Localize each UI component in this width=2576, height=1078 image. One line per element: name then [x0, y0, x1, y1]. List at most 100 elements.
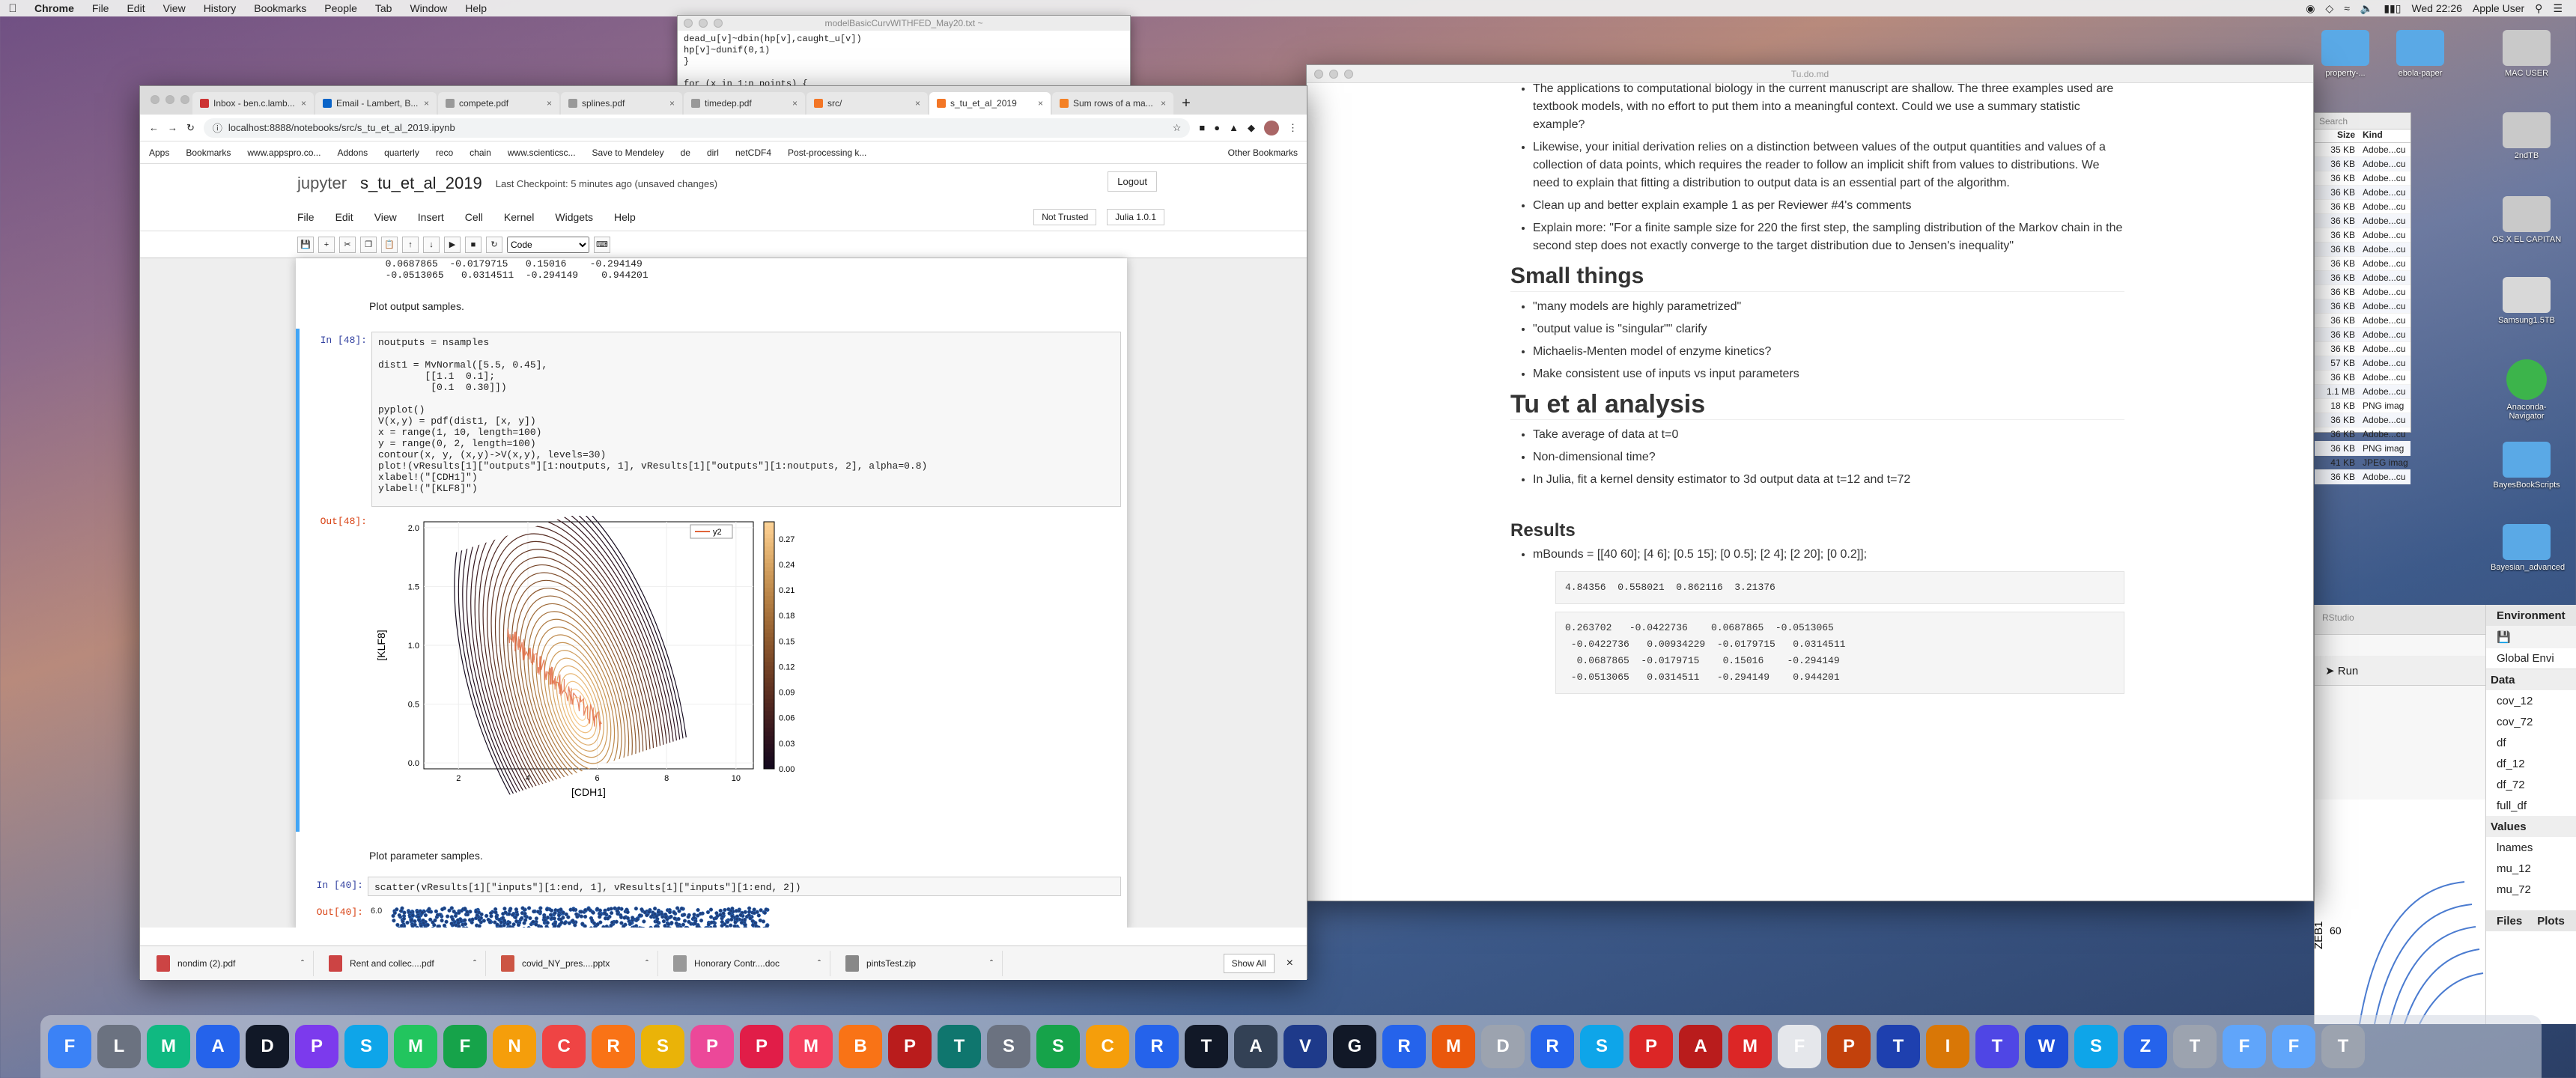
jmenu-cell[interactable]: Cell: [465, 211, 483, 223]
dock-icon-folder[interactable]: F: [2223, 1025, 2266, 1068]
finder-row[interactable]: 36 KB Adobe...cu: [2315, 186, 2411, 200]
dock-icon-notes[interactable]: N: [493, 1025, 536, 1068]
dock-icon-photos[interactable]: P: [740, 1025, 783, 1068]
download-item[interactable]: nondim (2).pdf ˆ: [148, 950, 314, 976]
finder-row[interactable]: 36 KB Adobe...cu: [2315, 328, 2411, 342]
menu-app-name[interactable]: Chrome: [25, 2, 83, 14]
desktop-icon-folder[interactable]: BayesBookScripts: [2491, 442, 2563, 490]
other-bookmarks[interactable]: Other Bookmarks: [1228, 147, 1298, 158]
dock-icon-photo-booth[interactable]: P: [888, 1025, 932, 1068]
battery-icon[interactable]: ▮▮▯: [2384, 2, 2401, 15]
bookmark-item[interactable]: www.scienticsc...: [508, 147, 576, 158]
extension-icon[interactable]: ◆: [1248, 122, 1255, 134]
dock-icon-time-machine[interactable]: T: [938, 1025, 981, 1068]
code-editor[interactable]: noutputs = nsamples dist1 = MvNormal([5.…: [371, 332, 1121, 507]
reload-icon[interactable]: ↻: [186, 122, 195, 134]
dock-icon-facetime[interactable]: F: [443, 1025, 487, 1068]
env-item[interactable]: df: [2486, 732, 2576, 753]
bookmark-item[interactable]: Addons: [337, 147, 368, 158]
finder-row[interactable]: 36 KB Adobe...cu: [2315, 200, 2411, 214]
close-tab-icon[interactable]: ×: [915, 98, 920, 109]
wifi-icon[interactable]: ≈: [2344, 2, 2350, 14]
finder-row[interactable]: 36 KB Adobe...cu: [2315, 285, 2411, 299]
chevron-up-icon[interactable]: ˆ: [990, 958, 993, 969]
markdown-cell[interactable]: Plot parameter samples.: [369, 850, 483, 862]
bookmark-item[interactable]: reco: [436, 147, 453, 158]
jmenu-help[interactable]: Help: [614, 211, 636, 223]
save-icon[interactable]: 💾: [2497, 630, 2511, 644]
dock-icon-terminal[interactable]: T: [1185, 1025, 1228, 1068]
run-button[interactable]: ➤ Run: [2325, 664, 2358, 677]
chevron-up-icon[interactable]: ˆ: [645, 958, 648, 969]
dock-icon-safari[interactable]: S: [344, 1025, 388, 1068]
finder-row[interactable]: 36 KB Adobe...cu: [2315, 171, 2411, 186]
jmenu-edit[interactable]: Edit: [335, 211, 353, 223]
dropbox-icon[interactable]: ◇: [2325, 2, 2333, 15]
dock-icon-finder[interactable]: F: [48, 1025, 91, 1068]
dock-icon-matlab[interactable]: M: [1432, 1025, 1475, 1068]
info-icon[interactable]: ⓘ: [213, 121, 222, 135]
close-button[interactable]: [151, 95, 160, 104]
dock-icon-reminders[interactable]: R: [592, 1025, 635, 1068]
finder-row[interactable]: 35 KB Adobe...cu: [2315, 143, 2411, 157]
env-item[interactable]: lnames: [2486, 837, 2576, 858]
clock[interactable]: Wed 22:26: [2411, 2, 2461, 14]
bookmark-item[interactable]: www.appspro.co...: [247, 147, 321, 158]
env-item[interactable]: cov_72: [2486, 711, 2576, 732]
desktop-icon-drive[interactable]: 2ndTB: [2491, 112, 2563, 160]
run-icon[interactable]: ▶: [444, 236, 461, 253]
zoom-button[interactable]: [180, 95, 189, 104]
dock-icon-vs[interactable]: V: [1284, 1025, 1327, 1068]
env-item[interactable]: df_72: [2486, 774, 2576, 795]
finder-search[interactable]: Search: [2315, 113, 2411, 130]
finder-col-size[interactable]: Size: [2319, 130, 2355, 142]
browser-tab[interactable]: src/ ×: [806, 92, 928, 115]
env-item[interactable]: mu_12: [2486, 858, 2576, 879]
bookmark-star-icon[interactable]: ☆: [1173, 122, 1182, 134]
menu-people[interactable]: People: [315, 2, 366, 14]
browser-tab[interactable]: Sum rows of a ma... ×: [1052, 92, 1173, 115]
dock-icon-powerpoint[interactable]: P: [1827, 1025, 1871, 1068]
dock-icon-tex[interactable]: T: [1877, 1025, 1920, 1068]
finder-row[interactable]: 18 KB PNG imag: [2315, 399, 2411, 413]
browser-tab[interactable]: splines.pdf ×: [561, 92, 682, 115]
close-tab-icon[interactable]: ×: [1038, 98, 1043, 109]
env-item[interactable]: mu_72: [2486, 879, 2576, 900]
editor-code[interactable]: dead_u[v]~dbin(hp[v],caught_u[v]) hp[v]~…: [678, 31, 1130, 93]
finder-row[interactable]: 57 KB Adobe...cu: [2315, 356, 2411, 371]
finder-row[interactable]: 1.1 MB Adobe...cu: [2315, 385, 2411, 399]
apple-menu-icon[interactable]: : [0, 2, 25, 15]
download-item[interactable]: covid_NY_pres....pptx ˆ: [492, 950, 658, 976]
dock-icon-mathematica[interactable]: M: [1728, 1025, 1772, 1068]
dock-icon-pdf[interactable]: P: [1629, 1025, 1673, 1068]
dock-icon-dashboard[interactable]: D: [246, 1025, 289, 1068]
finder-row[interactable]: 36 KB Adobe...cu: [2315, 214, 2411, 228]
env-item[interactable]: cov_12: [2486, 690, 2576, 711]
finder-row[interactable]: 36 KB Adobe...cu: [2315, 427, 2411, 442]
user-name[interactable]: Apple User: [2473, 2, 2524, 14]
browser-tab[interactable]: Inbox - ben.c.lamb... ×: [192, 92, 314, 115]
copy-icon[interactable]: ❐: [360, 236, 377, 253]
download-item[interactable]: Honorary Contr....doc ˆ: [664, 950, 830, 976]
new-tab-button[interactable]: +: [1175, 92, 1197, 115]
browser-tab[interactable]: timedep.pdf ×: [684, 92, 805, 115]
menu-window[interactable]: Window: [401, 2, 456, 14]
bookmark-item[interactable]: Bookmarks: [186, 147, 231, 158]
address-bar[interactable]: ⓘ localhost:8888/notebooks/src/s_tu_et_a…: [203, 118, 1191, 138]
tab-plots[interactable]: Plots: [2537, 915, 2565, 928]
desktop-icon-folder[interactable]: property-...: [2309, 30, 2381, 78]
tab-files[interactable]: Files: [2497, 915, 2522, 928]
menu-tab[interactable]: Tab: [366, 2, 401, 14]
env-item[interactable]: df_12: [2486, 753, 2576, 774]
markdown-cell[interactable]: Plot output samples.: [369, 300, 464, 312]
dock-icon-skype[interactable]: S: [2074, 1025, 2118, 1068]
desktop-icon-folder[interactable]: Bayesian_advanced: [2491, 524, 2565, 572]
extension-icon[interactable]: ■: [1199, 122, 1205, 133]
jmenu-file[interactable]: File: [297, 211, 315, 223]
bookmark-item[interactable]: dirl: [707, 147, 719, 158]
jupyter-logo[interactable]: jupyter: [297, 174, 347, 193]
menu-history[interactable]: History: [195, 2, 246, 14]
menu-bookmarks[interactable]: Bookmarks: [245, 2, 315, 14]
dock-icon-photo[interactable]: P: [690, 1025, 734, 1068]
desktop-icon-drive[interactable]: Samsung1.5TB: [2491, 277, 2563, 325]
